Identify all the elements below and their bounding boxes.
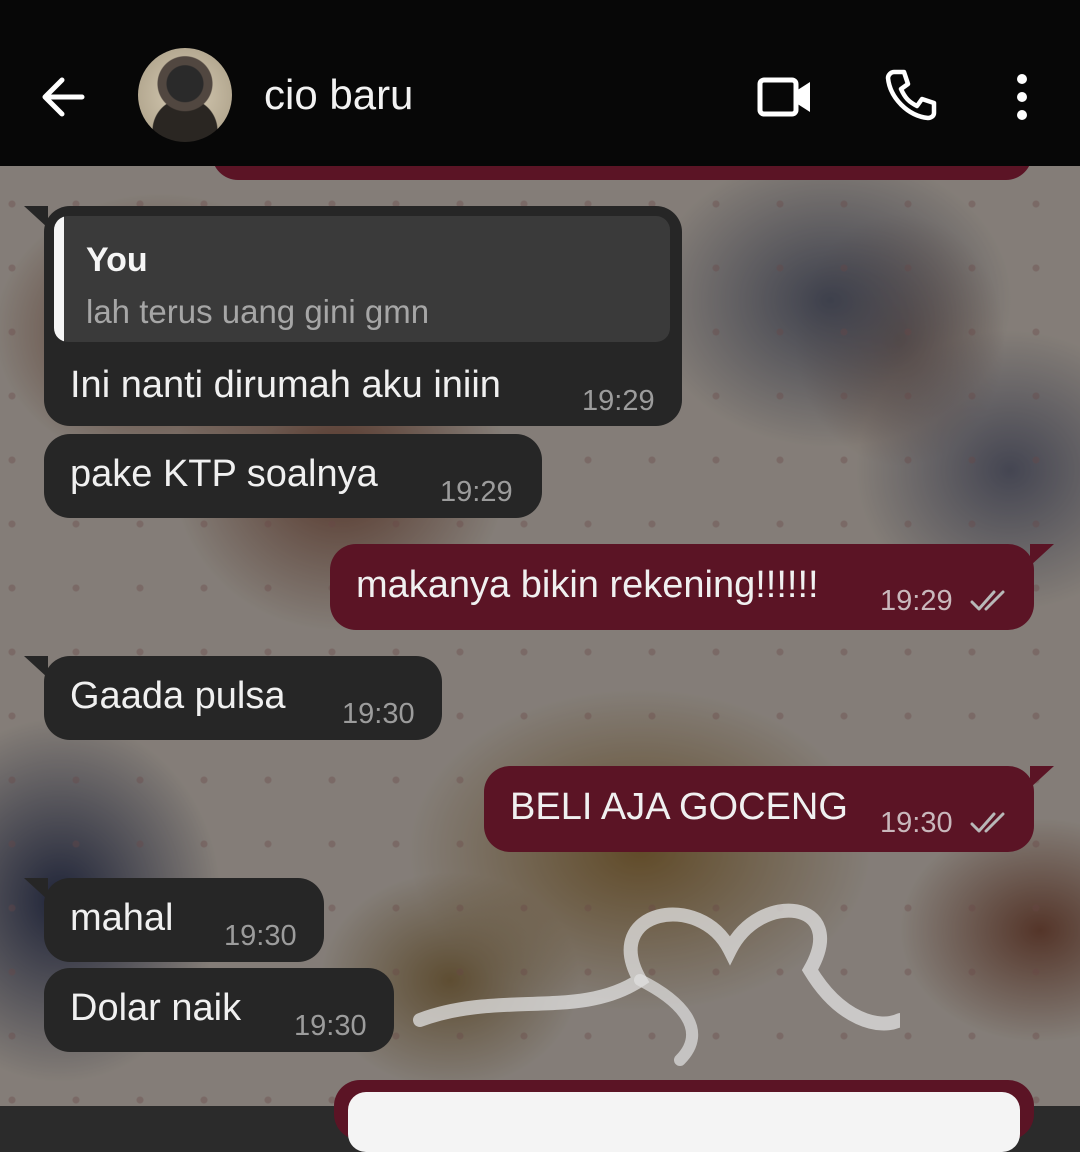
read-receipt-icon xyxy=(970,812,1005,833)
message-bubble-outgoing[interactable]: BELI AJA GOCENG 19:30 xyxy=(484,766,1054,852)
message-time: 19:30 xyxy=(342,698,415,730)
reply-quote-bar xyxy=(54,216,64,342)
contact-avatar[interactable] xyxy=(138,48,232,142)
message-bubble-incoming[interactable]: You lah terus uang gini gmn Ini nanti di… xyxy=(24,206,682,426)
message-bubble-outgoing[interactable]: makanya bikin rekening!!!!!! 19:29 xyxy=(330,544,1054,630)
reply-quote-text: lah terus uang gini gmn xyxy=(86,293,430,330)
message-bubble-incoming[interactable]: Dolar naik 19:30 xyxy=(44,968,394,1052)
arrow-left-icon xyxy=(42,77,85,117)
image-preview-partial[interactable] xyxy=(348,1092,1020,1152)
message-time: 19:30 xyxy=(294,1010,367,1042)
message-time: 19:30 xyxy=(224,920,297,952)
message-bubble-incoming[interactable]: mahal 19:30 xyxy=(24,878,324,962)
message-bubble-incoming[interactable]: pake KTP soalnya 19:29 xyxy=(44,434,542,518)
reply-quote[interactable]: You lah terus uang gini gmn xyxy=(54,216,670,342)
video-camera-icon xyxy=(757,77,810,117)
message-text: Ini nanti dirumah aku iniin xyxy=(70,364,501,406)
video-call-button[interactable] xyxy=(756,72,814,122)
message-time: 19:29 xyxy=(880,585,953,617)
voice-call-button[interactable] xyxy=(884,66,940,122)
message-text: pake KTP soalnya xyxy=(70,453,378,495)
message-time: 19:30 xyxy=(880,807,953,839)
message-time: 19:29 xyxy=(582,385,655,417)
message-bubble-incoming[interactable]: Gaada pulsa 19:30 xyxy=(24,656,442,740)
phone-icon xyxy=(885,69,937,121)
message-text: Dolar naik xyxy=(70,987,242,1029)
reply-quote-author: You xyxy=(86,241,148,279)
back-button[interactable] xyxy=(36,70,90,124)
outgoing-bubble-partial-bottom[interactable] xyxy=(334,1080,1034,1152)
message-text: Gaada pulsa xyxy=(70,675,286,717)
message-text: BELI AJA GOCENG xyxy=(510,786,848,828)
more-options-button[interactable] xyxy=(1002,70,1042,124)
more-vertical-icon xyxy=(1017,74,1027,120)
message-text: mahal xyxy=(70,897,174,939)
message-text: makanya bikin rekening!!!!!! xyxy=(356,564,819,606)
wallpaper-ribbon-decoration xyxy=(413,903,900,1066)
chat-header: cio baru xyxy=(0,0,1080,166)
message-time: 19:29 xyxy=(440,476,513,508)
contact-name[interactable]: cio baru xyxy=(264,68,413,122)
read-receipt-icon xyxy=(970,590,1005,611)
